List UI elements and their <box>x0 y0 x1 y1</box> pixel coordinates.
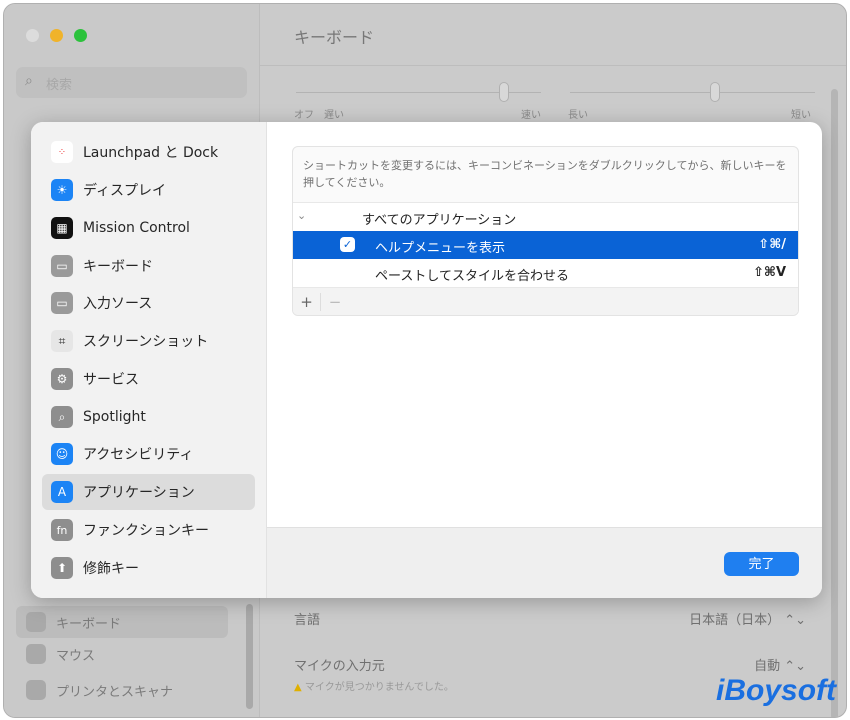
shortcut-keys[interactable]: ⇧⌘/ <box>758 237 786 252</box>
bg-sidebar-printers[interactable]: プリンタとスキャナ <box>26 680 173 700</box>
category-launchpad[interactable]: ⁘ Launchpad と Dock <box>42 134 255 170</box>
shortcut-table: ショートカットを変更するには、キーコンビネーションをダブルクリックしてから、新し… <box>292 146 799 316</box>
search-input[interactable]: ⌕ 検索 <box>16 67 247 98</box>
label: プリンタとスキャナ <box>56 684 174 700</box>
language-row[interactable]: 言語 日本語（日本） ⌃⌄ <box>294 609 806 628</box>
label: キーボード <box>83 259 153 275</box>
checkbox[interactable]: ✓ <box>340 237 355 252</box>
group-label: すべてのアプリケーション <box>362 213 517 228</box>
bg-sidebar-mouse[interactable]: マウス <box>26 644 95 664</box>
label: マイクの入力元 <box>294 659 385 674</box>
zoom-button[interactable] <box>74 29 87 42</box>
done-button[interactable]: 完了 <box>724 552 799 576</box>
slider-label: 速い <box>521 110 541 121</box>
screenshot-icon: ⌗ <box>51 330 73 352</box>
accessibility-icon: ☺ <box>51 443 73 465</box>
category-keyboard[interactable]: ▭ キーボード <box>42 248 255 284</box>
label: スクリーンショット <box>83 334 209 350</box>
display-icon: ☀ <box>51 179 73 201</box>
label: ディスプレイ <box>83 183 167 199</box>
label: Spotlight <box>83 409 146 425</box>
keyboard-icon: ▭ <box>51 255 73 277</box>
label: 言語 <box>294 613 321 628</box>
key-repeat-knob[interactable] <box>499 82 509 102</box>
printer-icon <box>26 680 46 700</box>
slider-label: 短い <box>791 110 811 121</box>
category-accessibility[interactable]: ☺ アクセシビリティ <box>42 436 255 472</box>
shortcut-keys[interactable]: ⇧⌘V <box>753 265 786 280</box>
iboysoft-watermark: iBoysoft <box>716 674 836 707</box>
label: Launchpad と Dock <box>83 145 219 161</box>
label: アクセシビリティ <box>83 447 194 463</box>
table-footer: + − <box>293 287 798 315</box>
shortcut-label: ペーストしてスタイルを合わせる <box>375 269 569 284</box>
category-services[interactable]: ⚙ サービス <box>42 361 255 397</box>
shortcut-label: ヘルプメニューを表示 <box>375 241 506 256</box>
slider-label: 遅い <box>324 110 344 121</box>
slider-label: 長い <box>568 110 588 121</box>
value: 自動 <box>754 659 781 674</box>
warning-text: マイクが見つかりませんでした。 <box>304 682 454 693</box>
category-display[interactable]: ☀ ディスプレイ <box>42 172 255 208</box>
keyboard-shortcuts-sheet: ⁘ Launchpad と Dock ☀ ディスプレイ ▦ Mission Contr… <box>31 122 822 598</box>
label: ファンクションキー <box>83 523 209 539</box>
slider-label: オフ <box>294 110 314 121</box>
window-title: キーボード <box>294 28 375 47</box>
label: 修飾キー <box>83 561 139 577</box>
keyboard-icon <box>26 612 46 632</box>
warning-icon: ▲ <box>294 682 302 693</box>
close-button[interactable] <box>26 29 39 42</box>
remove-button[interactable]: − <box>321 293 349 311</box>
sheet-footer: 完了 <box>267 527 822 598</box>
label: 入力ソース <box>83 296 153 312</box>
label: マウス <box>56 648 96 664</box>
category-screenshot[interactable]: ⌗ スクリーンショット <box>42 323 255 359</box>
services-icon: ⚙ <box>51 368 73 390</box>
category-mission-control[interactable]: ▦ Mission Control <box>42 210 255 246</box>
sidebar-scrollbar[interactable] <box>246 604 253 709</box>
category-spotlight[interactable]: ⌕ Spotlight <box>42 399 255 435</box>
fn-icon: fn <box>51 519 73 541</box>
minimize-button[interactable] <box>50 29 63 42</box>
modifier-icon: ⬆ <box>51 557 73 579</box>
category-function-keys[interactable]: fn ファンクションキー <box>42 512 255 548</box>
search-placeholder: 検索 <box>46 78 73 93</box>
app-store-icon: A <box>51 481 73 503</box>
label: アプリケーション <box>83 485 195 501</box>
search-icon: ⌕ <box>25 73 33 89</box>
bg-sidebar-keyboard[interactable]: キーボード <box>16 606 228 638</box>
shortcut-categories: ⁘ Launchpad と Dock ☀ ディスプレイ ▦ Mission Contr… <box>31 122 267 598</box>
chevron-down-icon[interactable]: ⌄ <box>297 209 306 222</box>
label: サービス <box>83 372 139 388</box>
category-modifier-keys[interactable]: ⬆ 修飾キー <box>42 550 255 586</box>
instructions-text: ショートカットを変更するには、キーコンビネーションをダブルクリックしてから、新し… <box>293 147 798 203</box>
category-input-sources[interactable]: ▭ 入力ソース <box>42 285 255 321</box>
content-scrollbar[interactable] <box>831 89 838 717</box>
spotlight-icon: ⌕ <box>51 406 73 428</box>
launchpad-icon: ⁘ <box>51 141 73 163</box>
label: キーボード <box>56 616 122 632</box>
repeat-delay-slider[interactable] <box>570 92 815 93</box>
group-row[interactable]: ⌄ すべてのアプリケーション <box>293 203 798 231</box>
label: Mission Control <box>83 220 190 236</box>
category-applications[interactable]: A アプリケーション <box>42 474 255 510</box>
shortcut-row[interactable]: ペーストしてスタイルを合わせる ⇧⌘V <box>293 259 798 287</box>
value: 日本語（日本） <box>689 613 781 628</box>
mission-control-icon: ▦ <box>51 217 73 239</box>
input-source-icon: ▭ <box>51 292 73 314</box>
mouse-icon <box>26 644 46 664</box>
repeat-delay-knob[interactable] <box>710 82 720 102</box>
add-button[interactable]: + <box>293 292 321 311</box>
shortcut-row[interactable]: ✓ ヘルプメニューを表示 ⇧⌘/ <box>293 231 798 259</box>
